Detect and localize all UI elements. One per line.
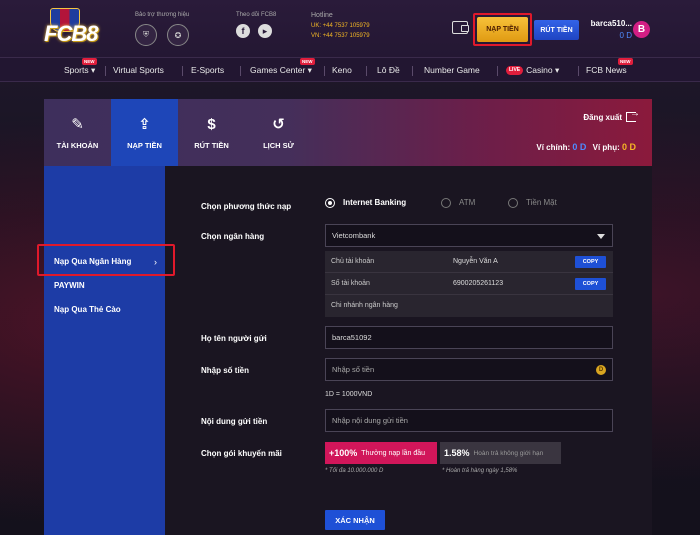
- amount-placeholder: Nhập số tiền: [332, 365, 375, 374]
- table-row: Số tài khoản 6900205261123 COPY: [325, 273, 613, 295]
- bank-account-info: Chủ tài khoản Nguyễn Văn A COPY Số tài k…: [325, 251, 613, 317]
- method-label: Chọn phương thức nạp: [201, 202, 292, 211]
- copy-number-button[interactable]: COPY: [575, 278, 606, 290]
- sender-name-input[interactable]: barca51092: [325, 326, 613, 349]
- radio-cash[interactable]: [508, 198, 518, 208]
- promo1-percent: +100%: [329, 448, 358, 458]
- copy-owner-button[interactable]: COPY: [575, 256, 606, 268]
- account-owner-key: Chủ tài khoản: [331, 258, 375, 265]
- account-owner-value: Nguyễn Văn A: [453, 258, 498, 265]
- amount-input[interactable]: Nhập số tiền D: [325, 358, 613, 381]
- branch-key: Chi nhánh ngân hàng: [331, 302, 398, 309]
- promo2-text: Hoàn trả không giới hạn: [473, 449, 544, 457]
- amount-label: Nhập số tiền: [201, 366, 250, 375]
- method-internet-banking: Internet Banking: [343, 198, 407, 207]
- table-row: Chi nhánh ngân hàng: [325, 295, 613, 317]
- promo2-percent: 1.58%: [444, 448, 470, 458]
- chevron-down-icon: [597, 234, 605, 239]
- promo-unlimited-rebate[interactable]: 1.58% Hoàn trả không giới hạn: [440, 442, 561, 464]
- radio-internet-banking[interactable]: [325, 198, 335, 208]
- radio-atm[interactable]: [441, 198, 451, 208]
- promo-label: Chọn gói khuyến mãi: [201, 449, 282, 458]
- content-input[interactable]: Nhập nội dung gửi tiền: [325, 409, 613, 432]
- rate-note: 1D = 1000VND: [325, 391, 373, 398]
- account-number-key: Số tài khoản: [331, 280, 370, 287]
- method-atm: ATM: [459, 198, 476, 207]
- bank-select[interactable]: Vietcombank: [325, 224, 613, 247]
- bank-select-value: Vietcombank: [332, 231, 376, 240]
- promo1-text: Thưởng nạp lần đầu: [361, 449, 426, 457]
- deposit-form: Chọn phương thức nạp Internet Banking AT…: [0, 0, 700, 535]
- content-label: Nội dung gửi tiền: [201, 417, 268, 426]
- promo-first-deposit[interactable]: +100% Thưởng nạp lần đầu: [325, 442, 437, 464]
- promo1-note: * Tối đa 10.000.000 D: [325, 468, 384, 474]
- bank-label: Chọn ngân hàng: [201, 232, 265, 241]
- table-row: Chủ tài khoản Nguyễn Văn A COPY: [325, 251, 613, 273]
- coin-icon: D: [596, 365, 606, 375]
- sender-label: Họ tên người gửi: [201, 334, 267, 343]
- submit-button[interactable]: XÁC NHẬN: [325, 510, 385, 530]
- method-cash: Tiền Mặt: [526, 198, 557, 207]
- account-number-value: 6900205261123: [453, 280, 504, 287]
- promo2-note: * Hoàn trả hàng ngày 1,58%: [442, 468, 518, 474]
